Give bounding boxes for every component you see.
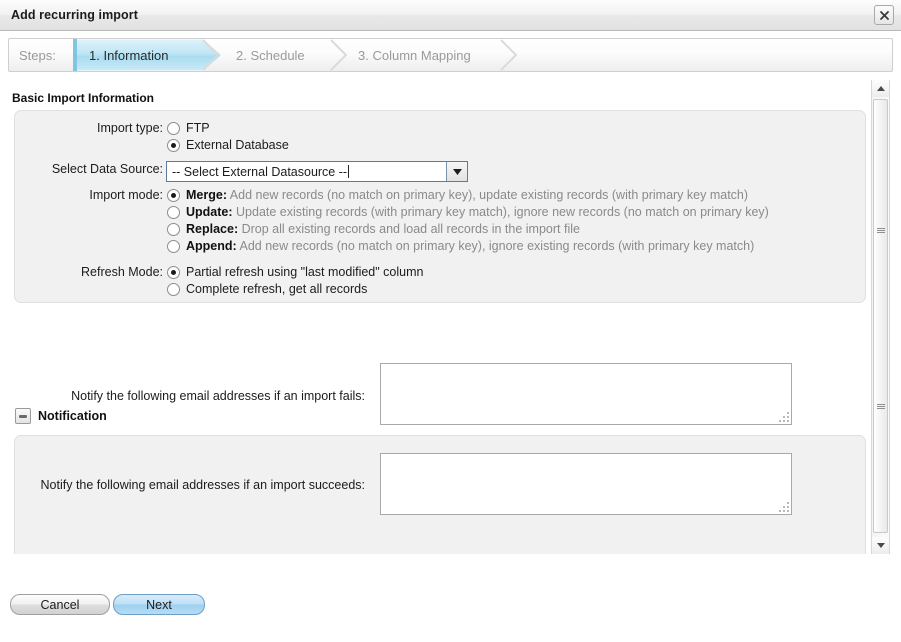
label-import-mode-merge: Merge: Add new records (no match on prim…	[186, 188, 748, 202]
data-source-select-value: -- Select External Datasource --	[172, 164, 348, 179]
label-refresh-partial: Partial refresh using "last modified" co…	[186, 265, 424, 279]
resize-grip[interactable]	[778, 501, 789, 512]
radio-import-mode-merge[interactable]	[167, 189, 180, 202]
data-source-dropdown-button[interactable]	[446, 162, 467, 181]
step-label-schedule: 2. Schedule	[236, 47, 305, 63]
minus-box-icon	[19, 414, 27, 418]
data-source-select[interactable]: -- Select External Datasource --	[166, 161, 468, 182]
radio-import-mode-replace[interactable]	[167, 223, 180, 236]
radio-refresh-partial[interactable]	[167, 266, 180, 279]
label-import-mode-append: Append: Add new records (no match on pri…	[186, 239, 754, 253]
chevron-down-icon	[452, 168, 462, 175]
close-button[interactable]	[874, 5, 894, 25]
import-mode-merge-desc: Add new records (no match on primary key…	[229, 188, 749, 202]
import-mode-replace-desc: Drop all existing records and load all r…	[241, 222, 580, 236]
radio-import-type-ftp[interactable]	[167, 122, 180, 135]
step-tab-column-mapping[interactable]: 3. Column Mapping	[344, 39, 471, 71]
notification-collapse-toggle[interactable]	[15, 408, 31, 424]
step-tab-schedule[interactable]: 2. Schedule	[222, 39, 305, 71]
chevron-right-icon	[500, 39, 518, 71]
step-label-column-mapping: 3. Column Mapping	[358, 47, 471, 63]
vertical-scrollbar[interactable]	[871, 80, 890, 554]
triangle-down-icon	[876, 543, 885, 548]
radio-import-type-external-database[interactable]	[167, 139, 180, 152]
scrollbar-grip-lower	[877, 404, 885, 410]
step-tab-information[interactable]: 1. Information	[73, 39, 221, 71]
import-mode-update-name: Update:	[186, 205, 233, 219]
label-import-mode-replace: Replace: Drop all existing records and l…	[186, 222, 580, 236]
triangle-up-icon	[876, 86, 885, 91]
step-separator-1	[201, 39, 221, 71]
next-button[interactable]: Next	[113, 594, 205, 615]
resize-grip[interactable]	[778, 411, 789, 422]
form-scroll-viewport: Basic Import Information Import type: FT…	[0, 80, 869, 554]
data-source-label: Select Data Source:	[51, 162, 163, 176]
label-import-mode-update: Update: Update existing records (with pr…	[186, 205, 769, 219]
label-refresh-complete: Complete refresh, get all records	[186, 282, 368, 296]
notify-fail-label: Notify the following email addresses if …	[71, 389, 365, 403]
label-import-type-external-database: External Database	[186, 138, 289, 152]
radio-import-mode-update[interactable]	[167, 206, 180, 219]
steps-label: Steps:	[19, 48, 56, 63]
basic-import-heading: Basic Import Information	[12, 91, 155, 105]
data-source-select-value-wrap: -- Select External Datasource --	[167, 162, 446, 181]
steps-bar: Steps: 1. Information 2. Schedule 3. Col…	[8, 38, 893, 72]
window-title: Add recurring import	[11, 8, 139, 22]
import-mode-merge-name: Merge:	[186, 188, 227, 202]
label-import-type-ftp: FTP	[186, 121, 210, 135]
chevron-right-icon	[202, 39, 220, 71]
radio-import-mode-append[interactable]	[167, 240, 180, 253]
step-separator-3	[499, 39, 519, 71]
scroll-down-button[interactable]	[872, 537, 889, 554]
text-cursor	[348, 165, 350, 178]
notify-success-label: Notify the following email addresses if …	[40, 478, 365, 492]
notify-success-textarea[interactable]	[380, 453, 792, 515]
cancel-button[interactable]: Cancel	[10, 594, 110, 615]
radio-refresh-complete[interactable]	[167, 283, 180, 296]
import-mode-append-name: Append:	[186, 239, 237, 253]
scroll-up-button[interactable]	[872, 80, 889, 97]
notification-heading: Notification	[38, 409, 107, 423]
step-label-information: 1. Information	[89, 47, 169, 63]
import-mode-append-desc: Add new records (no match on primary key…	[239, 239, 755, 253]
import-type-label: Import type:	[97, 121, 163, 135]
window-titlebar: Add recurring import	[0, 0, 901, 31]
close-icon	[879, 10, 889, 20]
scrollbar-grip-upper	[877, 228, 885, 234]
scrollbar-thumb[interactable]	[873, 99, 888, 533]
import-mode-replace-name: Replace:	[186, 222, 239, 236]
import-mode-update-desc: Update existing records (with primary ke…	[236, 205, 769, 219]
refresh-mode-label: Refresh Mode:	[81, 265, 163, 279]
import-mode-label: Import mode:	[89, 188, 163, 202]
step-active-edge	[73, 39, 77, 71]
notify-fail-textarea[interactable]	[380, 363, 792, 425]
